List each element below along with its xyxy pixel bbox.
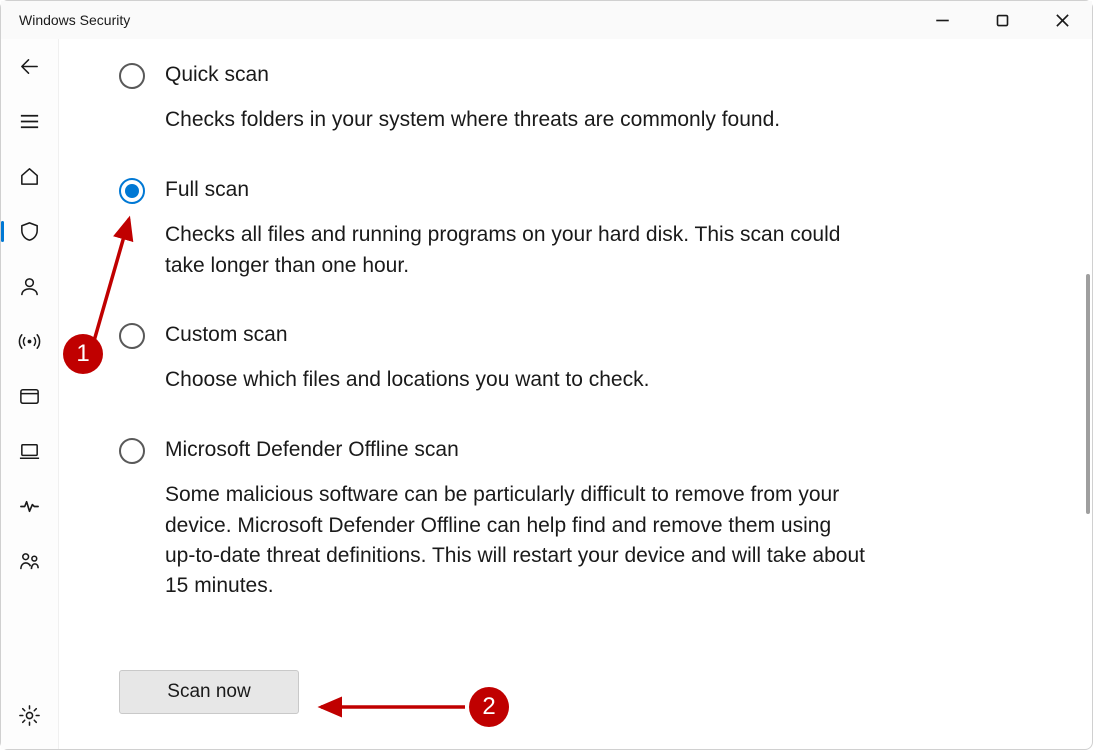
scan-now-button[interactable]: Scan now: [119, 670, 299, 714]
content-area: Quick scan Checks folders in your system…: [59, 39, 1092, 749]
radio-offline-scan[interactable]: [119, 438, 145, 464]
hamburger-icon: [18, 110, 41, 133]
option-description: Checks all files and running programs on…: [165, 220, 865, 281]
shield-icon: [18, 220, 41, 243]
sidebar-item-device[interactable]: [1, 424, 58, 479]
titlebar: Windows Security: [1, 1, 1092, 39]
sidebar-item-performance[interactable]: [1, 479, 58, 534]
window-controls: [912, 1, 1092, 39]
option-description: Checks folders in your system where thre…: [165, 105, 865, 135]
sidebar-item-settings[interactable]: [1, 688, 58, 743]
main-layout: Quick scan Checks folders in your system…: [1, 39, 1092, 749]
antenna-icon: [18, 330, 41, 353]
option-title: Custom scan: [165, 321, 992, 349]
window-title: Windows Security: [1, 12, 912, 28]
laptop-icon: [18, 440, 41, 463]
sidebar-item-firewall[interactable]: [1, 314, 58, 369]
scrollbar-indicator[interactable]: [1086, 274, 1090, 514]
sidebar-item-home[interactable]: [1, 149, 58, 204]
option-full-scan: Full scan Checks all files and running p…: [119, 176, 992, 281]
maximize-button[interactable]: [972, 1, 1032, 39]
close-icon: [1055, 13, 1070, 28]
person-icon: [18, 275, 41, 298]
option-description: Some malicious software can be particula…: [165, 480, 865, 602]
option-quick-scan: Quick scan Checks folders in your system…: [119, 61, 992, 136]
radio-custom-scan[interactable]: [119, 323, 145, 349]
radio-full-scan[interactable]: [119, 178, 145, 204]
sidebar: [1, 39, 59, 749]
gear-icon: [18, 704, 41, 727]
minimize-button[interactable]: [912, 1, 972, 39]
nav-menu-button[interactable]: [1, 94, 58, 149]
close-button[interactable]: [1032, 1, 1092, 39]
home-icon: [18, 165, 41, 188]
option-offline-scan: Microsoft Defender Offline scan Some mal…: [119, 436, 992, 602]
option-custom-scan: Custom scan Choose which files and locat…: [119, 321, 992, 396]
sidebar-item-virus[interactable]: [1, 204, 58, 259]
sidebar-item-account[interactable]: [1, 259, 58, 314]
minimize-icon: [935, 13, 950, 28]
back-button[interactable]: [1, 39, 58, 94]
maximize-icon: [995, 13, 1010, 28]
window-icon: [18, 385, 41, 408]
option-title: Quick scan: [165, 61, 992, 89]
heart-rate-icon: [18, 495, 41, 518]
sidebar-top: [1, 39, 58, 589]
sidebar-item-family[interactable]: [1, 534, 58, 589]
family-icon: [18, 550, 41, 573]
sidebar-item-app-browser[interactable]: [1, 369, 58, 424]
option-title: Microsoft Defender Offline scan: [165, 436, 992, 464]
back-arrow-icon: [18, 55, 41, 78]
option-description: Choose which files and locations you wan…: [165, 365, 865, 395]
option-title: Full scan: [165, 176, 992, 204]
radio-quick-scan[interactable]: [119, 63, 145, 89]
